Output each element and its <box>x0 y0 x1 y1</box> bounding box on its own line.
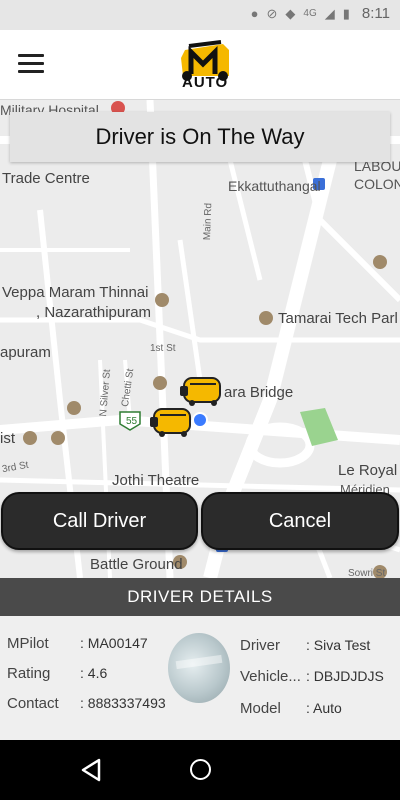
back-icon[interactable] <box>80 758 102 782</box>
clock: 8:11 <box>361 5 390 22</box>
battery-icon: ▮ <box>342 5 350 21</box>
map-label: Trade Centre <box>2 170 90 187</box>
map-label: COLON <box>354 176 400 192</box>
rating-label: Rating <box>7 665 51 682</box>
map-label: Ekkattuthangal <box>228 178 321 194</box>
rating-value: : 4.6 <box>80 665 108 681</box>
map-label: Main Rd <box>202 202 215 241</box>
location-icon: ● <box>250 6 259 21</box>
vehicle-value: : DBJDJDJS <box>306 668 384 684</box>
mpilot-label: MPilot <box>7 635 49 652</box>
home-icon[interactable] <box>190 759 211 780</box>
driver-details-header: DRIVER DETAILS <box>0 578 400 616</box>
map-label: apuram <box>0 344 51 361</box>
contact-label: Contact <box>7 695 59 712</box>
auto-rickshaw-icon[interactable] <box>146 405 196 439</box>
map-label: Battle Ground <box>90 556 183 573</box>
map-label: ist <box>0 430 15 447</box>
call-driver-button[interactable]: Call Driver <box>1 492 198 550</box>
map-label: ara Bridge <box>224 384 294 401</box>
map-label: Veppa Maram Thinnai <box>2 284 149 301</box>
data-saver-icon: ◆ <box>285 5 296 21</box>
cancel-button[interactable]: Cancel <box>201 492 399 550</box>
auto-rickshaw-icon[interactable] <box>176 374 226 408</box>
driver-value: : Siva Test <box>306 637 371 653</box>
driver-label: Driver <box>240 637 280 654</box>
blocked-icon: ⊘ <box>266 5 278 21</box>
map-label: 1st St <box>150 343 176 354</box>
model-value: : Auto <box>306 700 342 716</box>
mpilot-value: : MA00147 <box>80 635 148 651</box>
network-type: 4G <box>303 8 317 19</box>
contact-value[interactable]: : 8883337493 <box>80 695 166 711</box>
model-label: Model <box>240 700 281 717</box>
system-nav-bar <box>0 740 400 800</box>
hamburger-menu-icon[interactable] <box>18 54 44 76</box>
driver-avatar <box>168 633 230 703</box>
map-label: Sowri St <box>348 568 386 578</box>
signal-icon: ◢ <box>324 5 335 21</box>
map-label: Jothi Theatre <box>112 472 200 489</box>
route-shield: 55 <box>126 416 138 427</box>
logo-text: AUTO <box>182 74 229 91</box>
map-label: , Nazarathipuram <box>36 304 152 321</box>
map-label: Tamarai Tech Parl <box>278 310 398 327</box>
app-bar: AUTO <box>0 30 400 100</box>
status-bar: ● ⊘ ◆ 4G ◢ ▮ 8:11 <box>0 0 400 30</box>
map-label: Le Royal <box>338 462 398 479</box>
ride-status-banner: Driver is On The Way <box>10 112 390 162</box>
driver-details-panel: MPilot : MA00147 Rating : 4.6 Contact : … <box>0 616 400 740</box>
vehicle-label: Vehicle... <box>240 668 301 685</box>
